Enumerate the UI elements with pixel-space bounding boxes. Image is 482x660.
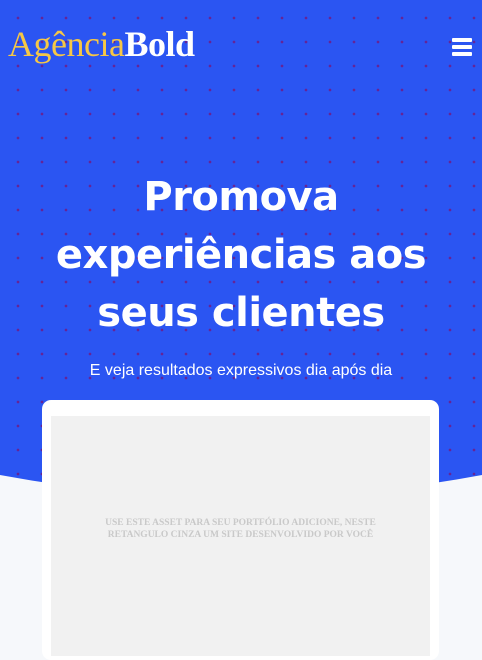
logo-part-bold: Bold [124,24,195,64]
hero-subtitle: E veja resultados expressivos dia após d… [89,362,393,379]
hero-title-line: experiências aos [55,232,427,278]
brand-logo[interactable]: AgênciaBold [8,24,195,64]
placeholder-line: RETANGULO CINZA UM SITE DESENVOLVIDO POR… [107,530,374,540]
device-mockup: USE ESTE ASSET PARA SEU PORTFÓLIO ADICIO… [42,400,439,660]
hero-title-line: seus clientes [97,290,385,336]
menu-bar [452,45,472,49]
hero-title: Promova experiências aos seus clientes [0,168,482,342]
mockup-screen: USE ESTE ASSET PARA SEU PORTFÓLIO ADICIO… [51,416,430,656]
placeholder-text: USE ESTE ASSET PARA SEU PORTFÓLIO ADICIO… [51,517,430,541]
menu-bar [452,38,472,42]
placeholder-line: USE ESTE ASSET PARA SEU PORTFÓLIO ADICIO… [105,518,376,528]
logo-part-agencia: Agência [8,24,125,64]
menu-bar [452,52,472,56]
hamburger-menu-icon[interactable] [452,38,472,56]
hero-title-line: Promova [143,174,339,220]
